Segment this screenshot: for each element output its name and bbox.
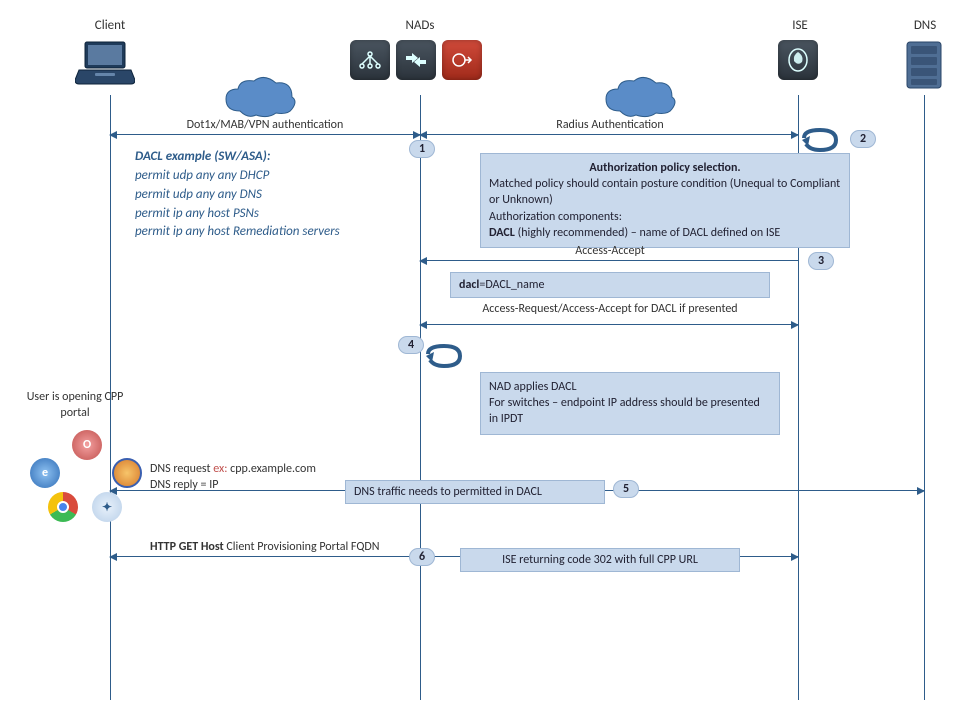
msg-dns-request: DNS request ex: cpp.example.com: [150, 462, 316, 476]
arrow-access-accept: [420, 260, 798, 261]
nad-applies-l1: NAD applies DACL: [489, 379, 771, 395]
ise-302-box: ISE returning code 302 with full CPP URL: [460, 548, 740, 572]
dacl-l3: permit ip any host PSNs: [135, 205, 415, 224]
ise-icon: [778, 40, 818, 80]
actor-client-label: Client: [70, 18, 150, 33]
firefox-icon: [112, 458, 142, 488]
msg-dns-reply: DNS reply = IP: [150, 478, 218, 492]
nad-applies-box: NAD applies DACL For switches – endpoint…: [480, 372, 780, 435]
arrow-auth-nad-ise: [420, 134, 798, 135]
server-icon: [905, 40, 943, 94]
authz-title: Authorization policy selection.: [489, 160, 841, 176]
authz-box: Authorization policy selection. Matched …: [480, 153, 850, 248]
cloud-icon: [600, 75, 680, 121]
safari-icon: ✦: [92, 492, 122, 522]
loop-arrow-icon: [800, 128, 840, 152]
actor-dns-label: DNS: [905, 18, 945, 33]
msg-auth-right: Radius Authentication: [480, 118, 740, 132]
user-opening-note: User is opening CPP portal: [20, 390, 130, 421]
switch-icon: [350, 40, 390, 80]
dns-traffic-box: DNS traffic needs to permitted in DACL: [345, 480, 605, 504]
actor-nads-label: NADs: [380, 18, 460, 33]
step-2: 2: [850, 130, 876, 148]
dacl-title: DACL example (SW/ASA):: [135, 148, 415, 167]
authz-line2: Authorization components:: [489, 209, 841, 225]
authz-line3: DACL (highly recommended) – name of DACL…: [489, 225, 841, 241]
laptop-icon: [75, 38, 135, 90]
msg-http-get: HTTP GET Host Client Provisioning Portal…: [150, 540, 400, 554]
dacl-l2: permit udp any any DNS: [135, 186, 415, 205]
msg-auth-left: Dot1x/MAB/VPN authentication: [125, 118, 405, 132]
opera-icon: O: [72, 430, 102, 460]
dacl-name-text: dacl=DACL_name: [459, 278, 544, 292]
nad-icons: [350, 40, 482, 80]
actor-ise-label: ISE: [770, 18, 830, 33]
msg-access-accept: Access-Accept: [470, 244, 750, 258]
nad-applies-l2: For switches – endpoint IP address shoul…: [489, 395, 771, 427]
arrow-auth-client-nad: [110, 134, 420, 135]
msg-access-request: Access-Request/Access-Accept for DACL if…: [470, 302, 750, 316]
step-5: 5: [613, 480, 639, 498]
router-icon: [396, 40, 436, 80]
browser-icons: O e ✦: [30, 430, 150, 530]
dacl-example: DACL example (SW/ASA): permit udp any an…: [135, 148, 415, 242]
step-4: 4: [398, 336, 424, 354]
firewall-icon: [442, 40, 482, 80]
dacl-name-box: dacl=DACL_name: [450, 272, 770, 298]
ie-icon: e: [30, 458, 60, 488]
lifeline-dns: [924, 95, 925, 700]
step-3: 3: [808, 252, 834, 270]
authz-line1: Matched policy should contain posture co…: [489, 176, 841, 208]
arrow-access-request: [420, 324, 798, 325]
dacl-l4: permit ip any host Remediation servers: [135, 223, 415, 242]
step-6: 6: [409, 548, 435, 566]
loop-arrow-icon: [424, 344, 464, 368]
lifeline-nads: [420, 95, 421, 700]
chrome-icon: [48, 492, 78, 522]
cloud-icon: [220, 75, 300, 121]
dacl-l1: permit udp any any DHCP: [135, 167, 415, 186]
